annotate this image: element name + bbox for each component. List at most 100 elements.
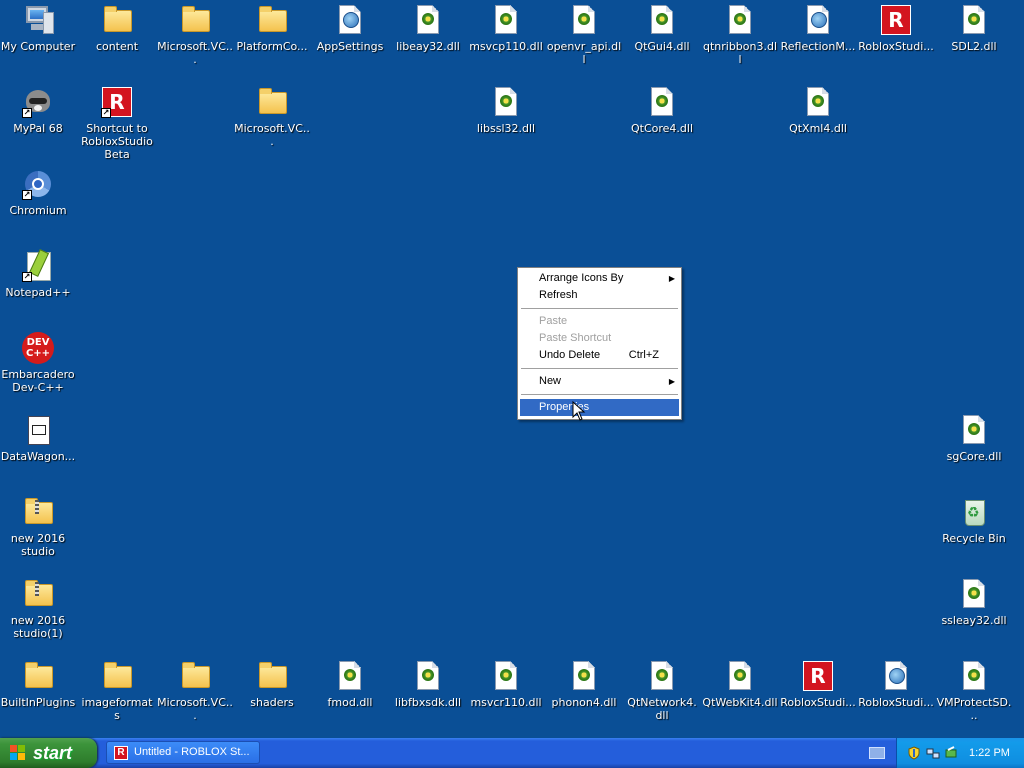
file-qtcore4[interactable]: QtCore4.dll bbox=[624, 84, 700, 135]
dll-file-icon bbox=[490, 660, 522, 692]
desktop-icon-label: QtNetwork4.dll bbox=[627, 696, 697, 722]
taskbar-window-label: Untitled - ROBLOX St... bbox=[134, 746, 250, 758]
folder-icon bbox=[101, 4, 133, 36]
dll-file-icon bbox=[334, 660, 366, 692]
file-qtgui4[interactable]: QtGui4.dll bbox=[624, 2, 700, 53]
raccoon-icon: ↗ bbox=[22, 86, 54, 118]
file-libssl32[interactable]: libssl32.dll bbox=[468, 84, 544, 135]
xml-file-icon bbox=[334, 4, 366, 36]
desktop-icon-label: Microsoft.VC... bbox=[157, 696, 233, 722]
file-robloxstudio-xml[interactable]: RobloxStudi... bbox=[858, 658, 934, 709]
file-sdl2[interactable]: SDL2.dll bbox=[936, 2, 1012, 53]
menu-item-paste-shortcut: Paste Shortcut bbox=[520, 330, 679, 347]
folder-microsoft-vc-3[interactable]: Microsoft.VC... bbox=[157, 658, 233, 722]
network-icon[interactable] bbox=[926, 746, 940, 760]
desktop-icon-label: Chromium bbox=[9, 204, 67, 217]
dll-file-icon bbox=[646, 86, 678, 118]
folder-builtinplugins[interactable]: BuiltInPlugins bbox=[0, 658, 76, 709]
file-ssleay32[interactable]: ssleay32.dll bbox=[936, 576, 1012, 627]
file-fmod[interactable]: fmod.dll bbox=[312, 658, 388, 709]
menu-item-label: Paste bbox=[539, 315, 568, 327]
shortcut-robloxstudiobeta[interactable]: R ↗ Shortcut to RobloxStudioBeta bbox=[79, 84, 155, 161]
shortcut-arrow-icon: ↗ bbox=[22, 272, 32, 282]
notepadpp-icon: ↗ bbox=[22, 250, 54, 282]
mouse-cursor-icon bbox=[572, 401, 586, 421]
desktop-icon-label: content bbox=[95, 40, 139, 53]
zip-new-2016-studio-1[interactable]: new 2016 studio(1) bbox=[0, 576, 76, 640]
file-vmprotectsd[interactable]: VMProtectSD... bbox=[936, 658, 1012, 722]
desktop-icon-label: new 2016 studio(1) bbox=[10, 614, 66, 640]
file-appsettings[interactable]: AppSettings bbox=[312, 2, 388, 53]
dll-file-icon bbox=[490, 4, 522, 36]
folder-shaders[interactable]: shaders bbox=[234, 658, 310, 709]
dll-file-icon bbox=[568, 4, 600, 36]
dll-file-icon bbox=[412, 660, 444, 692]
folder-icon bbox=[256, 660, 288, 692]
menu-separator bbox=[521, 368, 678, 369]
file-qtnetwork4[interactable]: QtNetwork4.dll bbox=[624, 658, 700, 722]
file-sgcore[interactable]: sgCore.dll bbox=[936, 412, 1012, 463]
system-tray: 1:22 PM bbox=[896, 738, 1024, 768]
file-libfbxsdk[interactable]: libfbxsdk.dll bbox=[390, 658, 466, 709]
menu-item-label: Paste Shortcut bbox=[539, 332, 612, 344]
zip-new-2016-studio[interactable]: new 2016 studio bbox=[0, 494, 76, 558]
file-qtxml4[interactable]: QtXml4.dll bbox=[780, 84, 856, 135]
desktop-icon-label: QtXml4.dll bbox=[789, 122, 847, 135]
folder-content[interactable]: content bbox=[79, 2, 155, 53]
folder-icon bbox=[256, 4, 288, 36]
taskbar-window-button[interactable]: R Untitled - ROBLOX St... bbox=[106, 741, 260, 764]
file-msvcr110[interactable]: msvcr110.dll bbox=[468, 658, 544, 709]
app-robloxstudio-2[interactable]: R RobloxStudi... bbox=[780, 658, 856, 709]
file-qtnribbon3[interactable]: qtnribbon3.dll bbox=[702, 2, 778, 66]
keyboard-icon[interactable] bbox=[869, 747, 885, 759]
shortcut-notepadpp[interactable]: ↗ Notepad++ bbox=[0, 248, 76, 299]
my-computer-icon[interactable]: My Computer bbox=[0, 2, 76, 53]
desktop-icon-label: RobloxStudi... bbox=[780, 696, 856, 709]
dll-file-icon bbox=[724, 660, 756, 692]
desktop-icon-label: QtCore4.dll bbox=[630, 122, 694, 135]
app-datawagon[interactable]: DataWagon... bbox=[0, 412, 76, 463]
desktop-icon-label: imageformats bbox=[81, 696, 153, 722]
dll-file-icon bbox=[802, 86, 834, 118]
dll-file-icon bbox=[958, 660, 990, 692]
menu-item-shortcut: Ctrl+Z bbox=[628, 349, 659, 361]
start-button[interactable]: start bbox=[0, 738, 97, 768]
desktop-icon-label: ssleay32.dll bbox=[941, 614, 1007, 627]
desktop-icon-label: PlatformCo... bbox=[236, 40, 308, 53]
menu-item-undo-delete[interactable]: Undo Delete Ctrl+Z bbox=[520, 347, 679, 364]
app-dev-cpp[interactable]: DEV C++ Embarcadero Dev-C++ bbox=[0, 330, 76, 394]
safely-remove-hardware-icon[interactable] bbox=[944, 746, 958, 760]
desktop-icon-label: AppSettings bbox=[316, 40, 384, 53]
shortcut-chromium[interactable]: ↗ Chromium bbox=[0, 166, 76, 217]
submenu-arrow-icon: ▶ bbox=[668, 274, 675, 283]
menu-item-arrange-icons-by[interactable]: Arrange Icons By ▶ bbox=[520, 270, 679, 287]
file-libeay32[interactable]: libeay32.dll bbox=[390, 2, 466, 53]
desktop-icon-label: SDL2.dll bbox=[951, 40, 997, 53]
menu-item-properties[interactable]: Properties bbox=[520, 399, 679, 416]
folder-microsoft-vc-1[interactable]: Microsoft.VC... bbox=[157, 2, 233, 66]
recycle-bin[interactable]: Recycle Bin bbox=[936, 494, 1012, 545]
dll-file-icon bbox=[490, 86, 522, 118]
file-msvcp110[interactable]: msvcp110.dll bbox=[468, 2, 544, 53]
security-shield-icon[interactable] bbox=[907, 746, 921, 760]
folder-imageformats[interactable]: imageformats bbox=[79, 658, 155, 722]
app-robloxstudio-1[interactable]: R RobloxStudi... bbox=[858, 2, 934, 53]
shortcut-mypal68[interactable]: ↗ MyPal 68 bbox=[0, 84, 76, 135]
roblox-icon: R bbox=[802, 660, 834, 692]
menu-item-label: Arrange Icons By bbox=[539, 272, 624, 284]
menu-item-refresh[interactable]: Refresh bbox=[520, 287, 679, 304]
file-qtwebkit4[interactable]: QtWebKit4.dll bbox=[702, 658, 778, 709]
start-label: start bbox=[33, 743, 73, 763]
dll-file-icon bbox=[412, 4, 444, 36]
file-reflectionm[interactable]: ReflectionM... bbox=[780, 2, 856, 53]
file-phonon4[interactable]: phonon4.dll bbox=[546, 658, 622, 709]
folder-microsoft-vc-2[interactable]: Microsoft.VC... bbox=[234, 84, 310, 148]
desktop-icon-label: sgCore.dll bbox=[946, 450, 1002, 463]
menu-item-new[interactable]: New ▶ bbox=[520, 373, 679, 390]
folder-platformco[interactable]: PlatformCo... bbox=[234, 2, 310, 53]
desktop-icon-label: fmod.dll bbox=[327, 696, 373, 709]
desktop[interactable]: My Computer content Microsoft.VC... Plat… bbox=[0, 0, 1024, 738]
file-openvr-api[interactable]: openvr_api.dll bbox=[546, 2, 622, 66]
windows-logo-icon bbox=[10, 745, 26, 761]
dll-file-icon bbox=[646, 660, 678, 692]
